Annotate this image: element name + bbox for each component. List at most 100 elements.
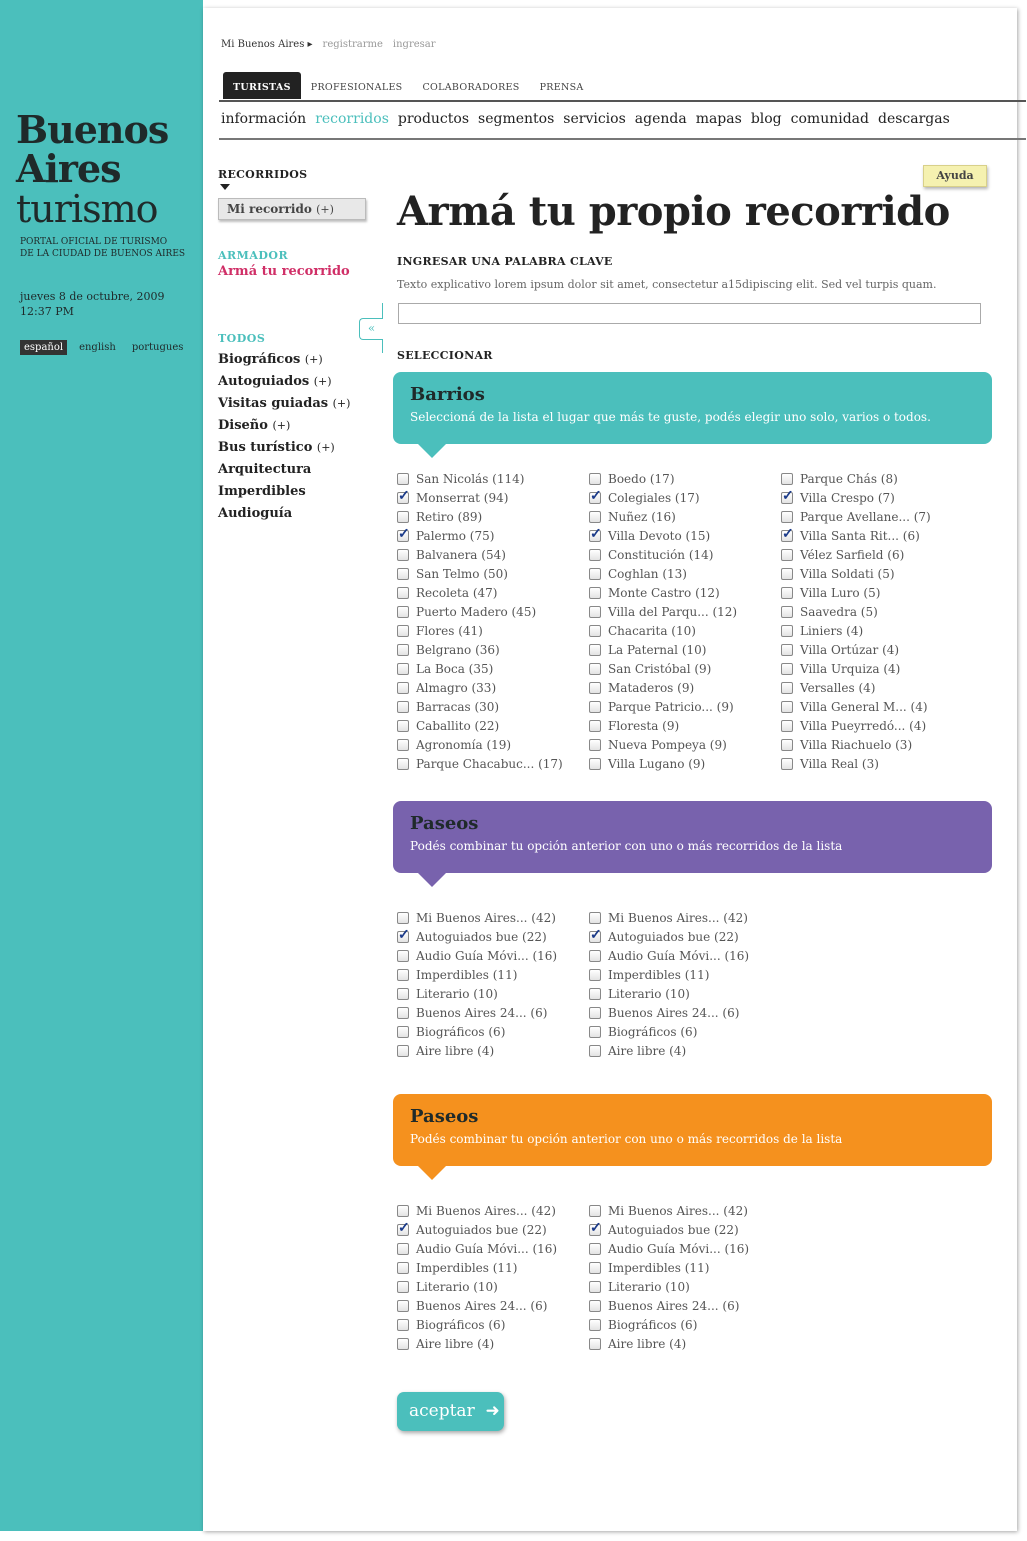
- checkbox-option[interactable]: Imperdibles (11): [397, 1258, 557, 1277]
- checkbox-option[interactable]: Colegiales (17): [589, 488, 737, 507]
- nav-comunidad[interactable]: comunidad: [791, 111, 869, 127]
- checkbox-option[interactable]: Puerto Madero (45): [397, 602, 563, 621]
- lang-english[interactable]: english: [75, 340, 120, 355]
- checkbox-unchecked[interactable]: [781, 681, 793, 694]
- register-link[interactable]: registrarme: [323, 39, 383, 50]
- checkbox-option[interactable]: Coghlan (13): [589, 564, 737, 583]
- checkbox-unchecked[interactable]: [589, 1318, 601, 1331]
- checkbox-unchecked[interactable]: [589, 987, 601, 1000]
- checkbox-option[interactable]: Mi Buenos Aires... (42): [589, 1201, 749, 1220]
- checkbox-unchecked[interactable]: [589, 1299, 601, 1312]
- checkbox-option[interactable]: Audio Guía Móvi... (16): [589, 1239, 749, 1258]
- collapse-sidebar-icon[interactable]: «: [359, 318, 383, 340]
- checkbox-unchecked[interactable]: [397, 1204, 409, 1217]
- checkbox-option[interactable]: San Telmo (50): [397, 564, 563, 583]
- checkbox-unchecked[interactable]: [397, 548, 409, 561]
- checkbox-option[interactable]: San Nicolás (114): [397, 469, 563, 488]
- checkbox-checked[interactable]: [781, 488, 794, 504]
- checkbox-unchecked[interactable]: [397, 472, 409, 485]
- checkbox-option[interactable]: Literario (10): [589, 1277, 749, 1296]
- checkbox-unchecked[interactable]: [397, 1337, 409, 1350]
- checkbox-unchecked[interactable]: [397, 1280, 409, 1293]
- tab-colaboradores[interactable]: COLABORADORES: [412, 72, 529, 99]
- checkbox-option[interactable]: Literario (10): [397, 984, 557, 1003]
- checkbox-unchecked[interactable]: [781, 586, 793, 599]
- checkbox-option[interactable]: Mi Buenos Aires... (42): [589, 908, 749, 927]
- checkbox-unchecked[interactable]: [781, 719, 793, 732]
- checkbox-option[interactable]: Imperdibles (11): [397, 965, 557, 984]
- nav-mapas[interactable]: mapas: [696, 111, 742, 127]
- checkbox-option[interactable]: Liniers (4): [781, 621, 931, 640]
- checkbox-unchecked[interactable]: [397, 567, 409, 580]
- category-expand[interactable]: (+): [317, 441, 335, 454]
- checkbox-option[interactable]: Flores (41): [397, 621, 563, 640]
- checkbox-unchecked[interactable]: [397, 1242, 409, 1255]
- checkbox-option[interactable]: Palermo (75): [397, 526, 563, 545]
- checkbox-unchecked[interactable]: [589, 757, 601, 770]
- checkbox-checked[interactable]: [589, 927, 602, 943]
- checkbox-option[interactable]: Buenos Aires 24... (6): [397, 1296, 557, 1315]
- checkbox-option[interactable]: Retiro (89): [397, 507, 563, 526]
- checkbox-unchecked[interactable]: [589, 605, 601, 618]
- checkbox-option[interactable]: Autoguiados bue (22): [397, 927, 557, 946]
- aceptar-button[interactable]: aceptar ➜: [397, 1392, 504, 1431]
- checkbox-option[interactable]: Autoguiados bue (22): [589, 927, 749, 946]
- login-link[interactable]: ingresar: [393, 39, 436, 50]
- checkbox-unchecked[interactable]: [781, 624, 793, 637]
- checkbox-unchecked[interactable]: [397, 1318, 409, 1331]
- checkbox-option[interactable]: Villa Urquiza (4): [781, 659, 931, 678]
- checkbox-option[interactable]: La Paternal (10): [589, 640, 737, 659]
- checkbox-option[interactable]: Villa Lugano (9): [589, 754, 737, 773]
- checkbox-option[interactable]: Audio Guía Móvi... (16): [397, 1239, 557, 1258]
- checkbox-option[interactable]: Mataderos (9): [589, 678, 737, 697]
- checkbox-option[interactable]: Villa General M... (4): [781, 697, 931, 716]
- checkbox-unchecked[interactable]: [397, 605, 409, 618]
- checkbox-option[interactable]: La Boca (35): [397, 659, 563, 678]
- checkbox-checked[interactable]: [589, 488, 602, 504]
- checkbox-unchecked[interactable]: [589, 738, 601, 751]
- checkbox-unchecked[interactable]: [589, 548, 601, 561]
- checkbox-option[interactable]: Recoleta (47): [397, 583, 563, 602]
- category-item[interactable]: Arquitectura: [218, 459, 368, 481]
- mi-recorrido-button[interactable]: Mi recorrido (+): [218, 198, 366, 220]
- checkbox-option[interactable]: Almagro (33): [397, 678, 563, 697]
- checkbox-unchecked[interactable]: [397, 624, 409, 637]
- checkbox-option[interactable]: Villa Soldati (5): [781, 564, 931, 583]
- checkbox-unchecked[interactable]: [781, 757, 793, 770]
- checkbox-option[interactable]: Vélez Sarfield (6): [781, 545, 931, 564]
- checkbox-unchecked[interactable]: [397, 662, 409, 675]
- checkbox-unchecked[interactable]: [589, 719, 601, 732]
- checkbox-checked[interactable]: [397, 1220, 410, 1236]
- checkbox-option[interactable]: Monserrat (94): [397, 488, 563, 507]
- checkbox-unchecked[interactable]: [589, 700, 601, 713]
- checkbox-option[interactable]: Nuñez (16): [589, 507, 737, 526]
- checkbox-option[interactable]: Buenos Aires 24... (6): [589, 1296, 749, 1315]
- checkbox-unchecked[interactable]: [589, 1044, 601, 1057]
- checkbox-unchecked[interactable]: [397, 949, 409, 962]
- checkbox-unchecked[interactable]: [781, 738, 793, 751]
- checkbox-option[interactable]: Villa Real (3): [781, 754, 931, 773]
- checkbox-unchecked[interactable]: [397, 700, 409, 713]
- checkbox-option[interactable]: Villa Luro (5): [781, 583, 931, 602]
- checkbox-option[interactable]: Mi Buenos Aires... (42): [397, 1201, 557, 1220]
- category-expand[interactable]: (+): [305, 353, 323, 366]
- checkbox-unchecked[interactable]: [589, 567, 601, 580]
- arma-tu-recorrido-link[interactable]: Armá tu recorrido: [218, 264, 368, 279]
- checkbox-unchecked[interactable]: [781, 548, 793, 561]
- category-item[interactable]: Diseño (+): [218, 415, 368, 437]
- checkbox-option[interactable]: Literario (10): [397, 1277, 557, 1296]
- checkbox-option[interactable]: Villa Santa Rit... (6): [781, 526, 931, 545]
- checkbox-option[interactable]: Buenos Aires 24... (6): [397, 1003, 557, 1022]
- checkbox-unchecked[interactable]: [397, 1261, 409, 1274]
- nav-informacion[interactable]: información: [221, 111, 306, 127]
- caret-down-icon[interactable]: [220, 184, 230, 190]
- checkbox-unchecked[interactable]: [589, 1337, 601, 1350]
- checkbox-option[interactable]: Villa del Parqu... (12): [589, 602, 737, 621]
- tab-profesionales[interactable]: PROFESIONALES: [301, 72, 413, 99]
- checkbox-unchecked[interactable]: [781, 605, 793, 618]
- checkbox-unchecked[interactable]: [397, 510, 409, 523]
- checkbox-option[interactable]: Barracas (30): [397, 697, 563, 716]
- checkbox-option[interactable]: Audio Guía Móvi... (16): [397, 946, 557, 965]
- checkbox-unchecked[interactable]: [397, 1006, 409, 1019]
- category-item[interactable]: Visitas guiadas (+): [218, 393, 368, 415]
